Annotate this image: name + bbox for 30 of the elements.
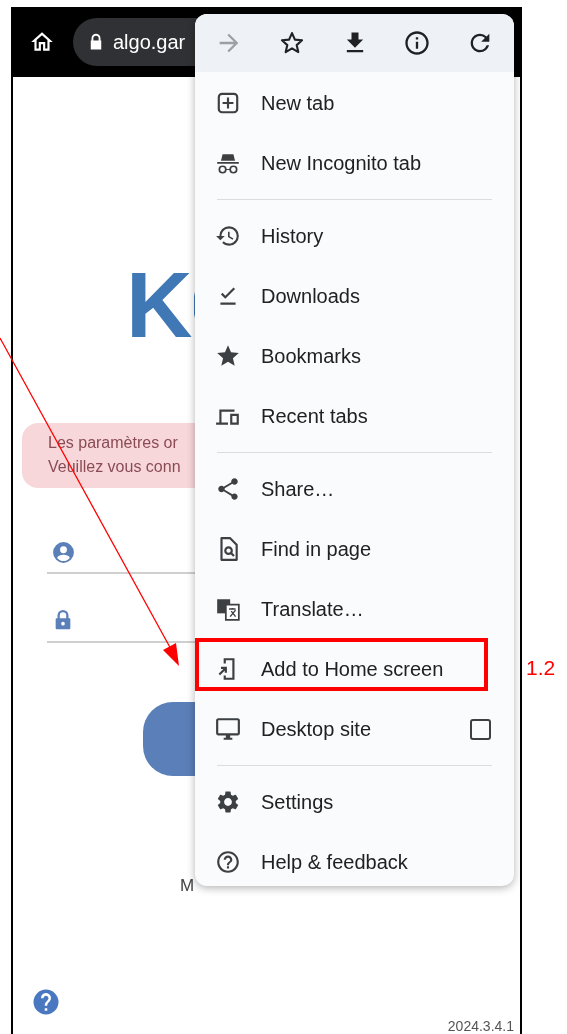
translate-icon xyxy=(215,596,241,622)
menu-item[interactable]: Settings xyxy=(195,772,514,832)
star-icon xyxy=(215,343,241,369)
menu-item[interactable]: Desktop site xyxy=(195,699,514,759)
version-label: 2024.3.4.1 xyxy=(447,1017,514,1034)
menu-item[interactable]: New Incognito tab xyxy=(195,133,514,193)
menu-item[interactable]: History xyxy=(195,206,514,266)
menu-item[interactable]: Find in page xyxy=(195,519,514,579)
url-text: algo.gar xyxy=(113,30,186,55)
menu-item[interactable]: Downloads xyxy=(195,266,514,326)
share-icon xyxy=(215,476,241,502)
forgot-password-link[interactable]: M xyxy=(180,873,195,899)
user-icon xyxy=(51,540,76,565)
help-icon[interactable] xyxy=(31,987,61,1017)
settings-icon xyxy=(215,789,241,815)
monitor-icon xyxy=(215,716,241,742)
menu-item[interactable]: Recent tabs xyxy=(195,386,514,446)
help-icon xyxy=(215,849,241,875)
menu-item[interactable]: Translate… xyxy=(195,579,514,639)
plus-box-icon xyxy=(215,90,241,116)
menu-item[interactable]: Help & feedback xyxy=(195,832,514,886)
menu-item[interactable]: Bookmarks xyxy=(195,326,514,386)
menu-item[interactable]: Add to Home screen xyxy=(195,639,514,699)
menu-item[interactable]: Share… xyxy=(195,459,514,519)
info-icon[interactable] xyxy=(403,29,432,57)
menu-item[interactable]: New tab xyxy=(195,73,514,133)
annotation-label: 1.2 xyxy=(526,655,556,681)
history-icon xyxy=(215,223,241,249)
logo: K xyxy=(126,260,193,350)
checkbox[interactable] xyxy=(470,718,491,740)
